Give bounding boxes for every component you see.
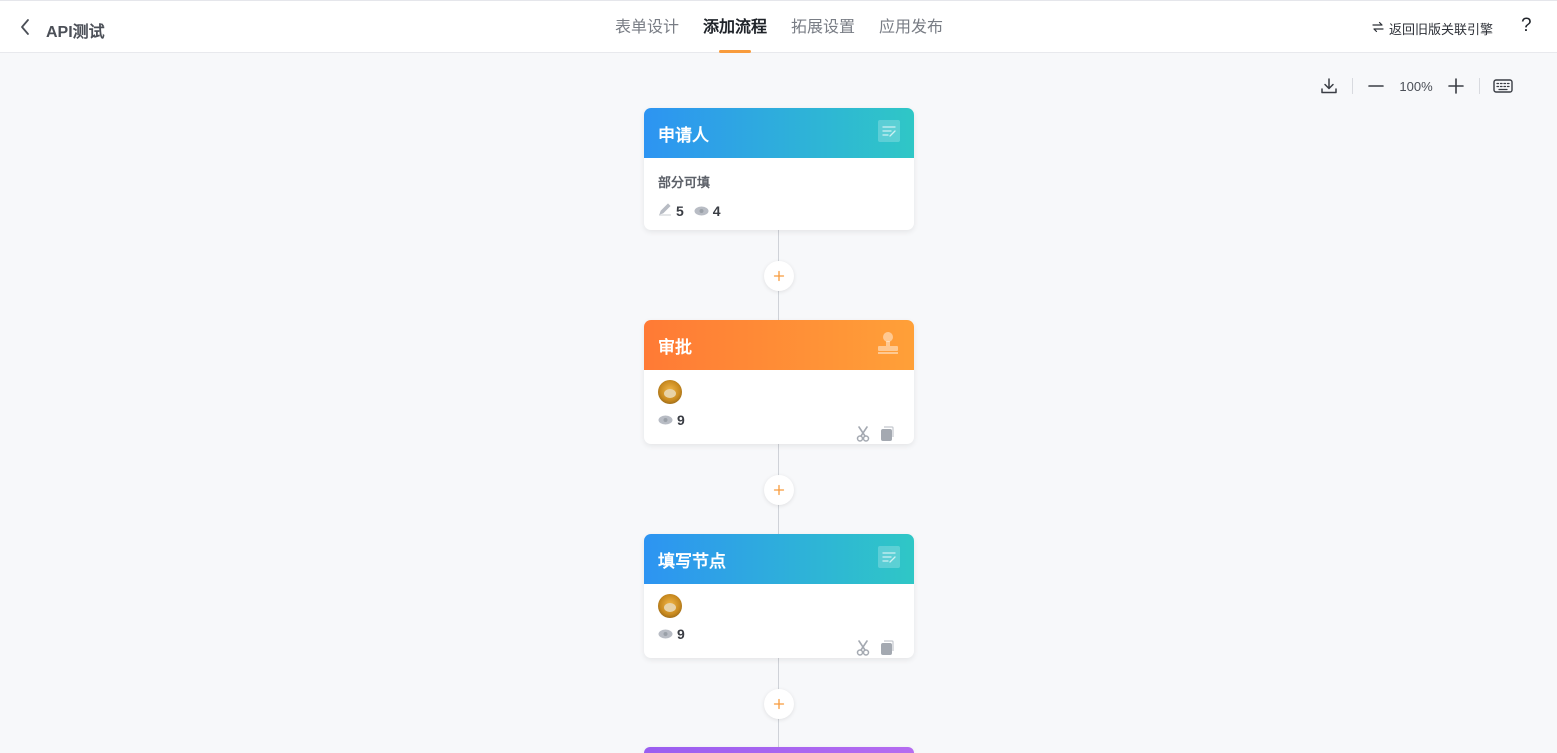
plus-icon [773,484,785,496]
node-header [644,747,914,753]
node-title: 填写节点 [658,551,726,571]
tab-extension-settings[interactable]: 拓展设置 [779,1,867,53]
node-body: 9 [644,594,914,656]
avatar [658,380,682,404]
flow-node-fill[interactable]: 填写节点 9 [644,534,914,658]
scissors-icon[interactable] [856,640,870,658]
zoom-in-icon[interactable] [1442,74,1470,98]
form-edit-icon [878,119,900,147]
add-node-button[interactable] [764,261,794,291]
eye-icon [658,412,673,428]
view-count: 9 [677,412,685,428]
tab-form-design[interactable]: 表单设计 [603,1,691,53]
pencil-icon [658,202,672,219]
node-actions [856,640,894,658]
swap-icon [1372,21,1384,36]
plus-icon [773,698,785,710]
node-header: 申请人 [644,108,914,158]
node-header: 审批 [644,320,914,370]
node-actions [856,426,894,444]
node-body: 9 [644,380,914,442]
view-count: 4 [712,202,721,219]
node-title: 申请人 [658,125,709,145]
eye-icon [658,626,673,642]
canvas-toolbar: 100% [1315,74,1517,98]
zoom-out-icon[interactable] [1362,74,1390,98]
return-legacy-engine-link[interactable]: 返回旧版关联引擎 [1372,19,1493,38]
copy-icon[interactable] [880,426,894,444]
tab-bar: 表单设计 添加流程 拓展设置 应用发布 [603,1,955,53]
node-subtitle: 部分可填 [658,175,711,190]
flow-node-partial[interactable] [644,747,914,753]
tab-label: 表单设计 [615,19,680,36]
form-edit-icon [878,545,900,573]
node-stats: 5 4 [658,202,900,219]
active-tab-indicator [719,50,752,53]
scissors-icon[interactable] [856,426,870,444]
keyboard-icon[interactable] [1489,74,1517,98]
tab-label: 应用发布 [879,19,944,36]
avatar [658,594,682,618]
copy-icon[interactable] [880,640,894,658]
node-title: 审批 [658,337,692,357]
flow-node-applicant[interactable]: 申请人 部分可填 5 4 [644,108,914,230]
tab-label: 拓展设置 [791,19,856,36]
plus-icon [773,270,785,282]
back-arrow-icon[interactable] [14,15,36,39]
flow-node-approval[interactable]: 审批 9 [644,320,914,444]
download-icon[interactable] [1315,74,1343,98]
return-legacy-engine-label: 返回旧版关联引擎 [1389,22,1494,37]
add-node-button[interactable] [764,475,794,505]
eye-icon [694,203,709,219]
tab-add-process[interactable]: 添加流程 [691,1,779,53]
toolbar-divider [1479,78,1480,94]
toolbar-divider [1352,78,1353,94]
app-title: API测试 [46,24,105,41]
node-header: 填写节点 [644,534,914,584]
stamp-icon [876,331,900,360]
zoom-level: 100% [1399,78,1433,94]
edit-count: 5 [676,202,684,219]
help-icon[interactable]: ? [1521,15,1532,37]
tab-app-publish[interactable]: 应用发布 [867,1,955,53]
view-count: 9 [677,626,685,642]
add-node-button[interactable] [764,689,794,719]
top-bar: API测试 表单设计 添加流程 拓展设置 应用发布 返回旧版关联引擎 ? [0,0,1557,53]
node-body: 部分可填 5 4 [644,172,914,219]
tab-label: 添加流程 [703,19,768,36]
